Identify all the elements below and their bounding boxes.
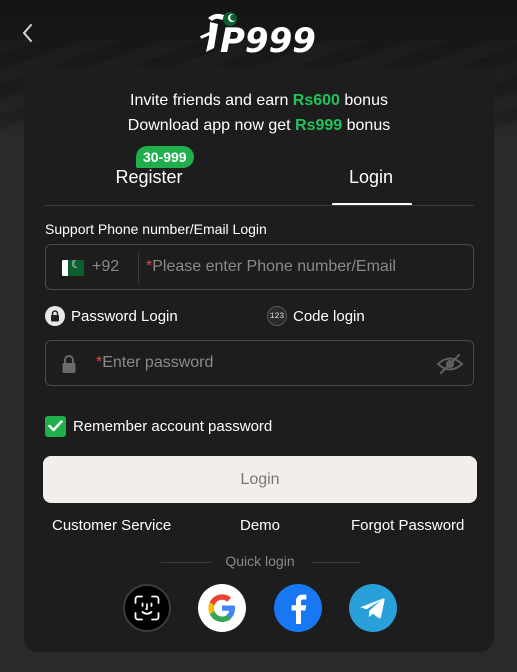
facebook-login-button[interactable] <box>274 584 322 632</box>
tab-login[interactable]: Login <box>331 166 411 200</box>
tab-register[interactable]: Register <box>104 166 194 200</box>
login-button[interactable]: Login <box>43 456 477 503</box>
password-login-label: Password Login <box>71 307 178 325</box>
quick-login-divider-right <box>311 562 361 563</box>
demo-link[interactable]: Demo <box>240 517 280 534</box>
phone-input[interactable]: *Please enter Phone number/Email <box>146 245 466 289</box>
promo-download: Download app now get Rs999 bonus <box>127 117 391 134</box>
telegram-icon <box>360 598 385 619</box>
facebook-icon <box>291 594 307 624</box>
password-field: *Enter password <box>45 340 474 386</box>
face-id-icon <box>134 595 160 621</box>
phone-field-label: Support Phone number/Email Login <box>45 221 267 237</box>
tab-login-label: Login <box>348 167 394 187</box>
code-123-icon: 123 <box>267 306 287 326</box>
tab-divider <box>44 205 474 206</box>
promo-invite: Invite friends and earn Rs600 bonus <box>130 92 388 109</box>
password-login-option[interactable]: Password Login <box>45 305 178 327</box>
google-icon <box>208 594 235 622</box>
telegram-login-button[interactable] <box>349 584 397 632</box>
pakistan-flag-icon[interactable] <box>62 260 84 276</box>
face-login-button[interactable] <box>123 584 171 632</box>
invite-bonus-amount: Rs600 <box>292 92 340 109</box>
back-button[interactable] <box>12 18 42 48</box>
register-bonus-badge: 30-999 <box>136 146 194 168</box>
checkbox-checked-icon <box>45 415 66 437</box>
phone-field-separator <box>138 253 139 283</box>
download-bonus-amount: Rs999 <box>295 117 343 134</box>
tab-register-label: Register <box>115 167 183 187</box>
password-placeholder: Enter password <box>102 354 214 371</box>
forgot-password-link[interactable]: Forgot Password <box>351 517 464 534</box>
brand-logo-text: P999 <box>220 21 316 58</box>
remember-password-checkbox[interactable]: Remember account password <box>45 415 272 437</box>
eye-off-icon[interactable] <box>436 353 464 375</box>
quick-login-divider-left <box>161 562 211 563</box>
code-login-option[interactable]: 123 Code login <box>267 305 365 327</box>
code-login-label: Code login <box>293 307 365 325</box>
phone-field: +92 *Please enter Phone number/Email <box>45 244 474 290</box>
remember-password-label: Remember account password <box>73 417 273 435</box>
customer-service-link[interactable]: Customer Service <box>52 517 171 534</box>
brand-logo: P999 <box>200 12 316 58</box>
phone-placeholder: Please enter Phone number/Email <box>152 258 396 275</box>
country-code[interactable]: +92 <box>92 258 119 276</box>
lock-icon <box>62 355 76 373</box>
password-input[interactable]: *Enter password <box>96 341 426 385</box>
chevron-left-icon <box>22 24 32 42</box>
lock-icon <box>45 306 65 326</box>
login-panel: Invite friends and earn Rs600 bonus Down… <box>24 66 494 652</box>
google-login-button[interactable] <box>198 584 246 632</box>
quick-login-label: Quick login <box>225 553 295 569</box>
